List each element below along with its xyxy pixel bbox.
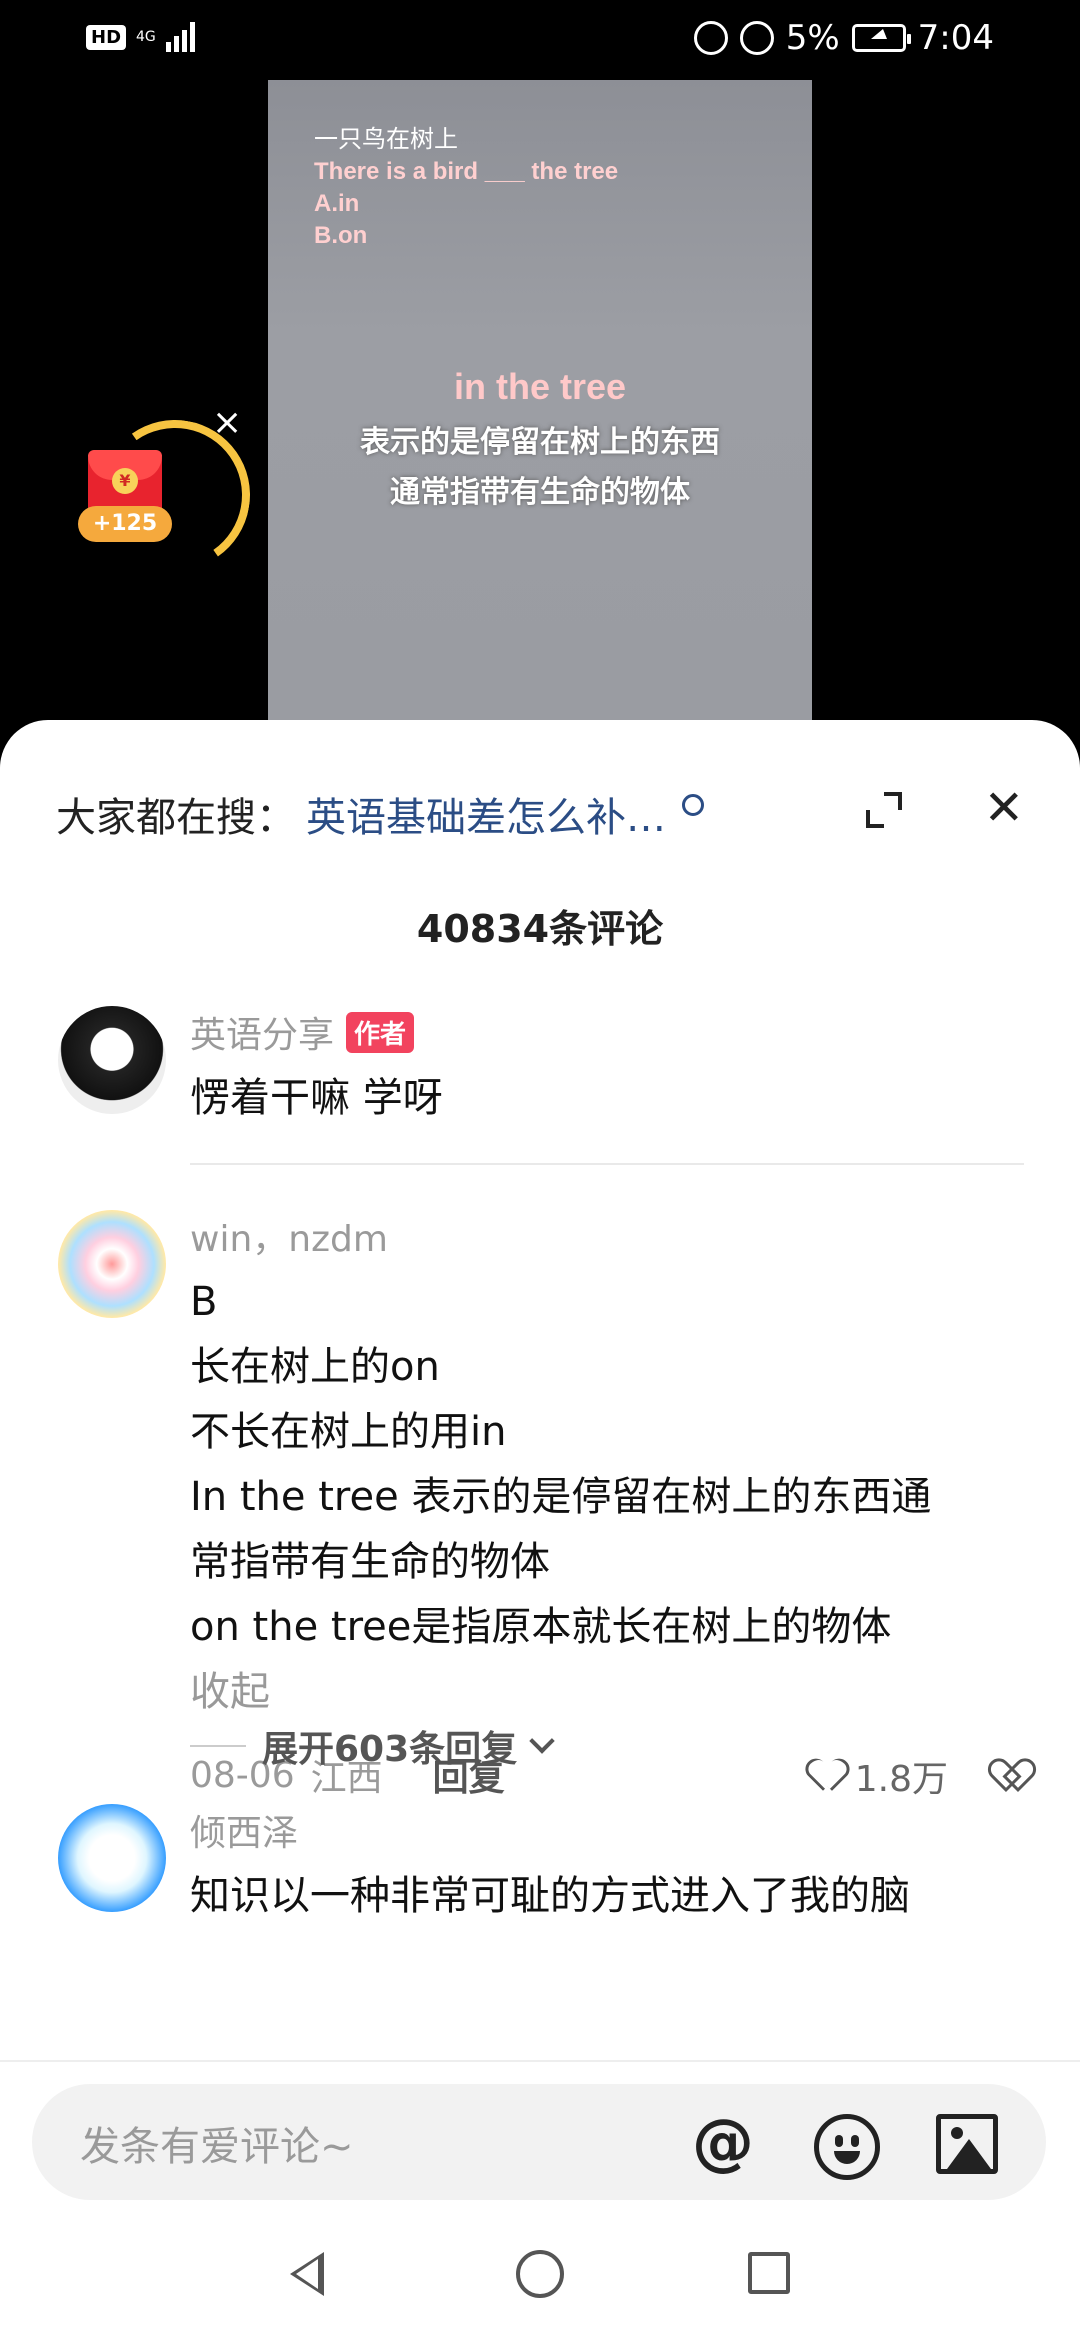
search-label: 大家都在搜：: [56, 795, 296, 841]
comment-count: 40834条评论: [416, 907, 664, 951]
avatar[interactable]: [58, 1006, 166, 1114]
video-caption: in the tree 表示的是停留在树上的东西 通常指带有生命的物体: [268, 366, 812, 518]
video-question: 一只鸟在树上 There is a bird ___ the tree A.in…: [314, 124, 618, 252]
comment-author[interactable]: 英语分享: [190, 1006, 334, 1058]
hd-badge: HD: [86, 24, 127, 50]
coin-icon: ¥: [112, 468, 138, 494]
comment-text: B 长在树上的on 不长在树上的用in In the tree 表示的是停留在树…: [190, 1270, 1030, 1660]
comment-body: 倾西泽 知识以一种非常可耻的方式进入了我的脑: [190, 1804, 1030, 1929]
comment-text: 知识以一种非常可耻的方式进入了我的脑: [190, 1864, 1030, 1929]
comment-line: 长在树上的on: [190, 1344, 440, 1390]
comment-line: B: [190, 1279, 218, 1325]
like-icon[interactable]: [811, 1760, 847, 1792]
search-icon[interactable]: [682, 794, 704, 816]
chevron-down-icon: [529, 1728, 555, 1754]
like-group: 1.8万: [811, 1750, 1030, 1802]
comment-text: 愣着干嘛 学呀: [190, 1066, 1030, 1131]
comment-line: 知识以一种非常可耻的方式进入了我的脑: [190, 1873, 910, 1919]
expand-replies-label: 展开603条回复: [262, 1729, 518, 1770]
comment-line: 愣着干嘛 学呀: [190, 1075, 443, 1121]
status-right: 5% 7:04: [693, 18, 994, 58]
close-icon[interactable]: ✕: [984, 784, 1024, 832]
like-count: 1.8万: [854, 1759, 948, 1800]
caption-line-2: 通常指带有生命的物体: [390, 475, 690, 510]
comment-input[interactable]: 发条有爱评论~ @: [32, 2084, 1046, 2200]
avatar[interactable]: [58, 1210, 166, 1318]
comment-body: 英语分享 作者 愣着干嘛 学呀: [190, 1006, 1030, 1131]
recents-icon[interactable]: [748, 2252, 790, 2294]
dislike-icon[interactable]: [994, 1760, 1030, 1792]
option-b: B.on: [314, 222, 368, 249]
comment-line: In the tree 表示的是停留在树上的东西通: [190, 1474, 932, 1520]
data-saver-icon: [693, 21, 728, 55]
caption-line-1: 表示的是停留在树上的东西: [360, 425, 720, 460]
comment-placeholder: 发条有爱评论~: [80, 2124, 354, 2170]
search-term[interactable]: 英语基础差怎么补…: [306, 785, 666, 843]
video-player[interactable]: 一只鸟在树上 There is a bird ___ the tree A.in…: [268, 80, 812, 720]
reward-close-icon[interactable]: ×: [212, 402, 242, 443]
alarm-icon: [739, 21, 774, 55]
status-bar: HD 4G 5% 7:04: [0, 0, 1080, 80]
caption-title: in the tree: [453, 366, 627, 407]
battery-icon: [851, 24, 911, 52]
avatar[interactable]: [58, 1804, 166, 1912]
expand-icon[interactable]: [866, 792, 902, 828]
comment-body: win，nzdm B 长在树上的on 不长在树上的用in In the tree…: [190, 1210, 1030, 1800]
divider: [190, 1163, 1024, 1165]
comment-line: on the tree是指原本就长在树上的物体: [190, 1604, 892, 1650]
reward-badge: +125: [78, 506, 172, 542]
red-envelope-widget[interactable]: ¥ +125: [70, 408, 262, 582]
clock: 7:04: [917, 18, 994, 58]
status-left: HD 4G: [86, 22, 195, 52]
signal-icon: [165, 22, 195, 52]
expand-replies-button[interactable]: 展开603条回复: [190, 1720, 555, 1772]
system-nav-bar: [0, 2200, 1080, 2340]
option-a: A.in: [314, 190, 360, 217]
collapse-link[interactable]: 收起: [190, 1664, 1030, 1720]
comment-input-bar: 发条有爱评论~ @: [0, 2060, 1080, 2200]
battery-percent: 5%: [785, 18, 840, 58]
question-en: There is a bird ___ the tree: [314, 158, 619, 185]
comment-line: 常指带有生命的物体: [190, 1539, 550, 1585]
home-icon[interactable]: [516, 2250, 564, 2298]
divider-line: [190, 1745, 246, 1747]
image-icon[interactable]: [936, 2114, 998, 2174]
question-zh: 一只鸟在树上: [314, 126, 458, 153]
emoji-icon[interactable]: [814, 2114, 880, 2180]
comment-author[interactable]: 倾西泽: [190, 1804, 298, 1856]
comment-author[interactable]: win，nzdm: [190, 1210, 388, 1262]
comment-line: 不长在树上的用in: [190, 1409, 507, 1455]
at-mention-icon[interactable]: @: [692, 2111, 754, 2173]
author-badge: 作者: [346, 1011, 415, 1053]
network-type: 4G: [136, 29, 156, 45]
back-icon[interactable]: [290, 2252, 324, 2296]
